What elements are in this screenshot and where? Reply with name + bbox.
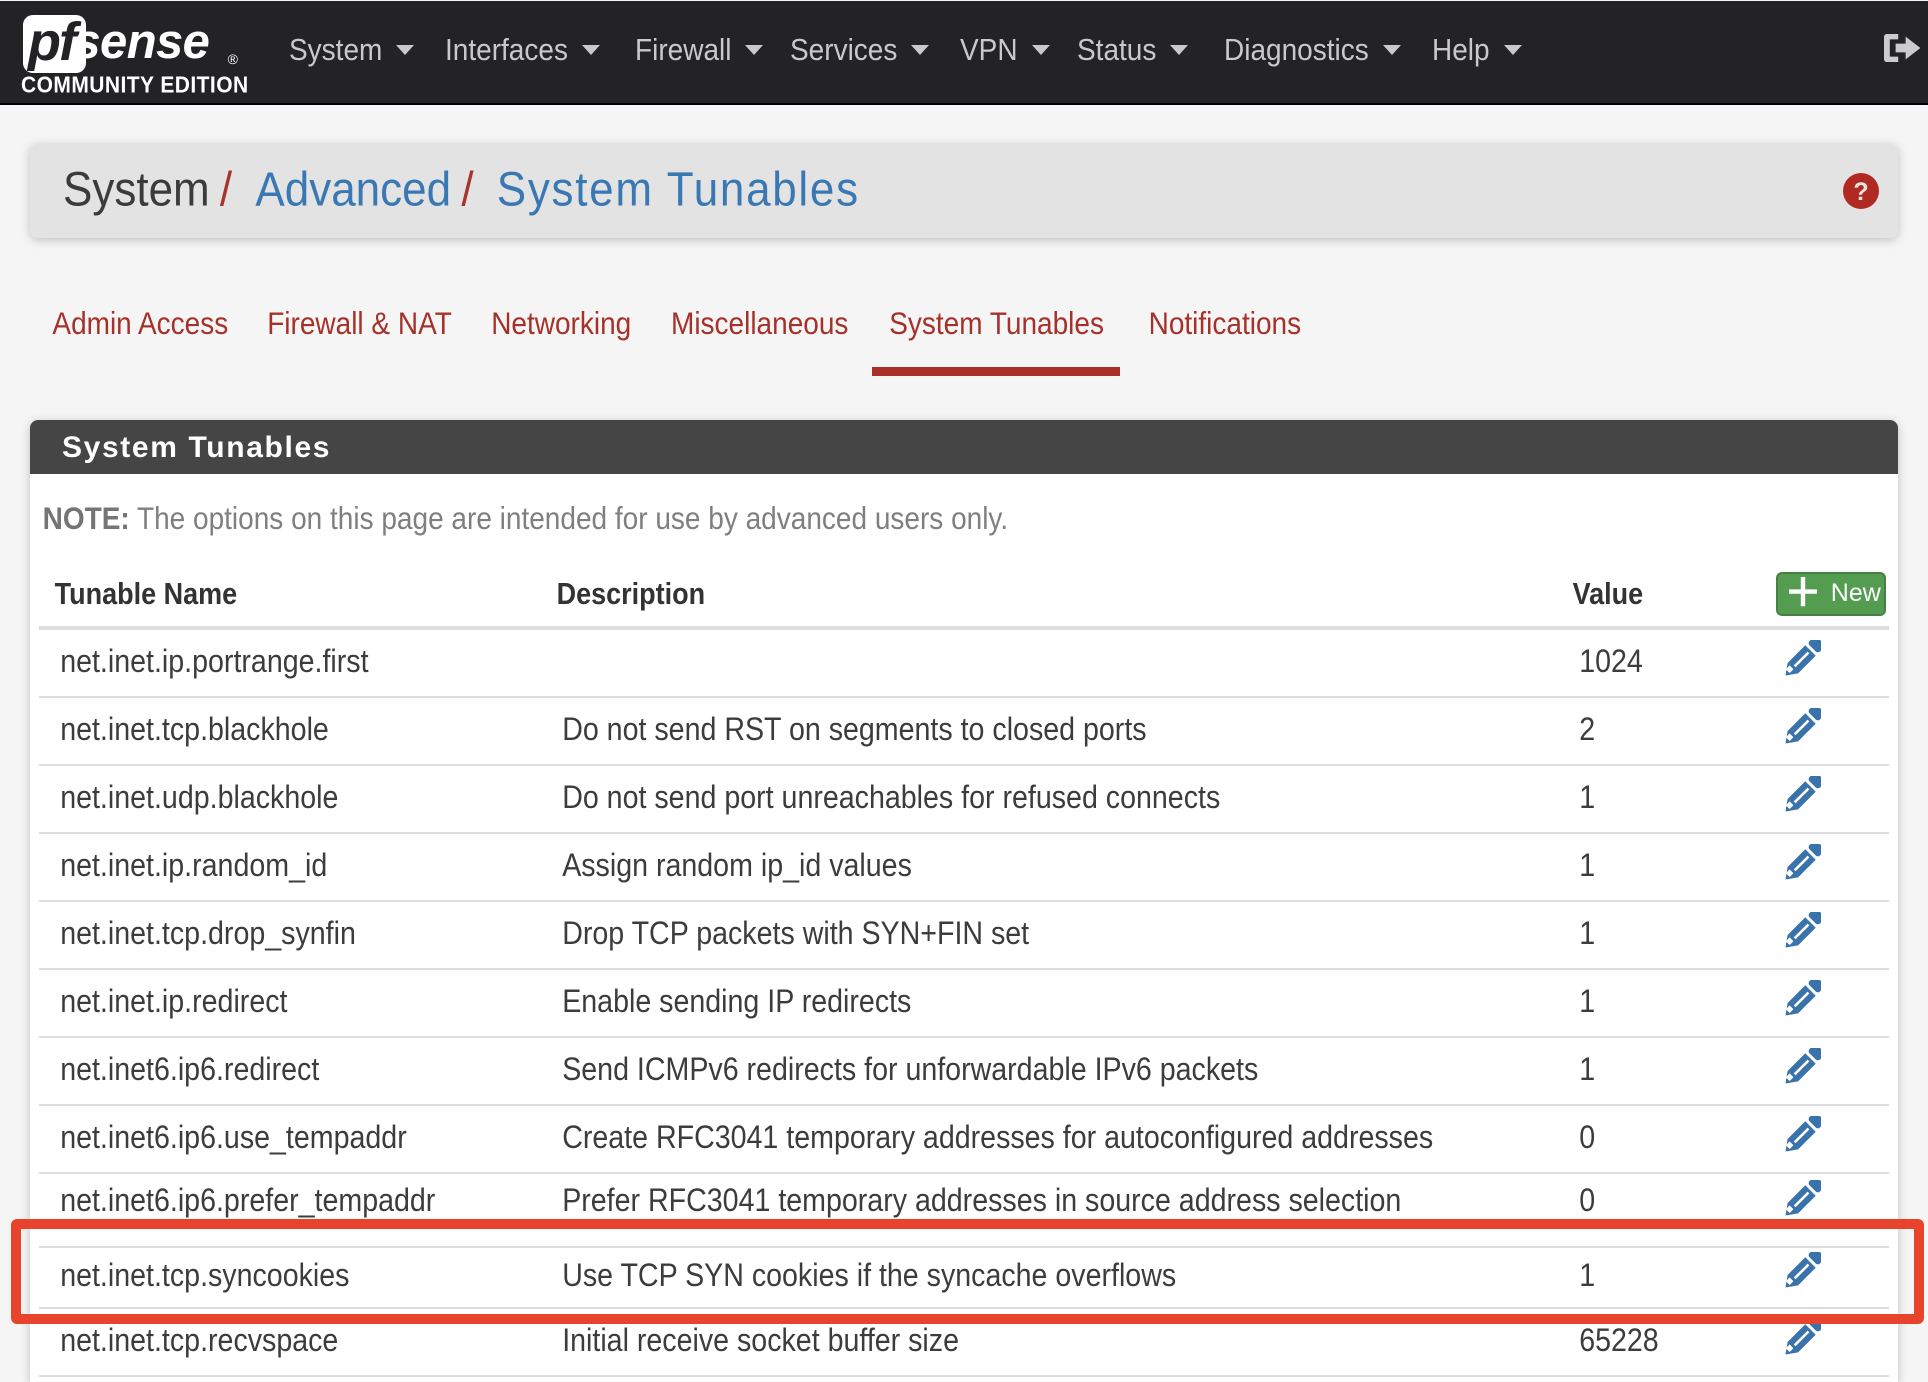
svg-text:?: ? (1853, 177, 1868, 205)
